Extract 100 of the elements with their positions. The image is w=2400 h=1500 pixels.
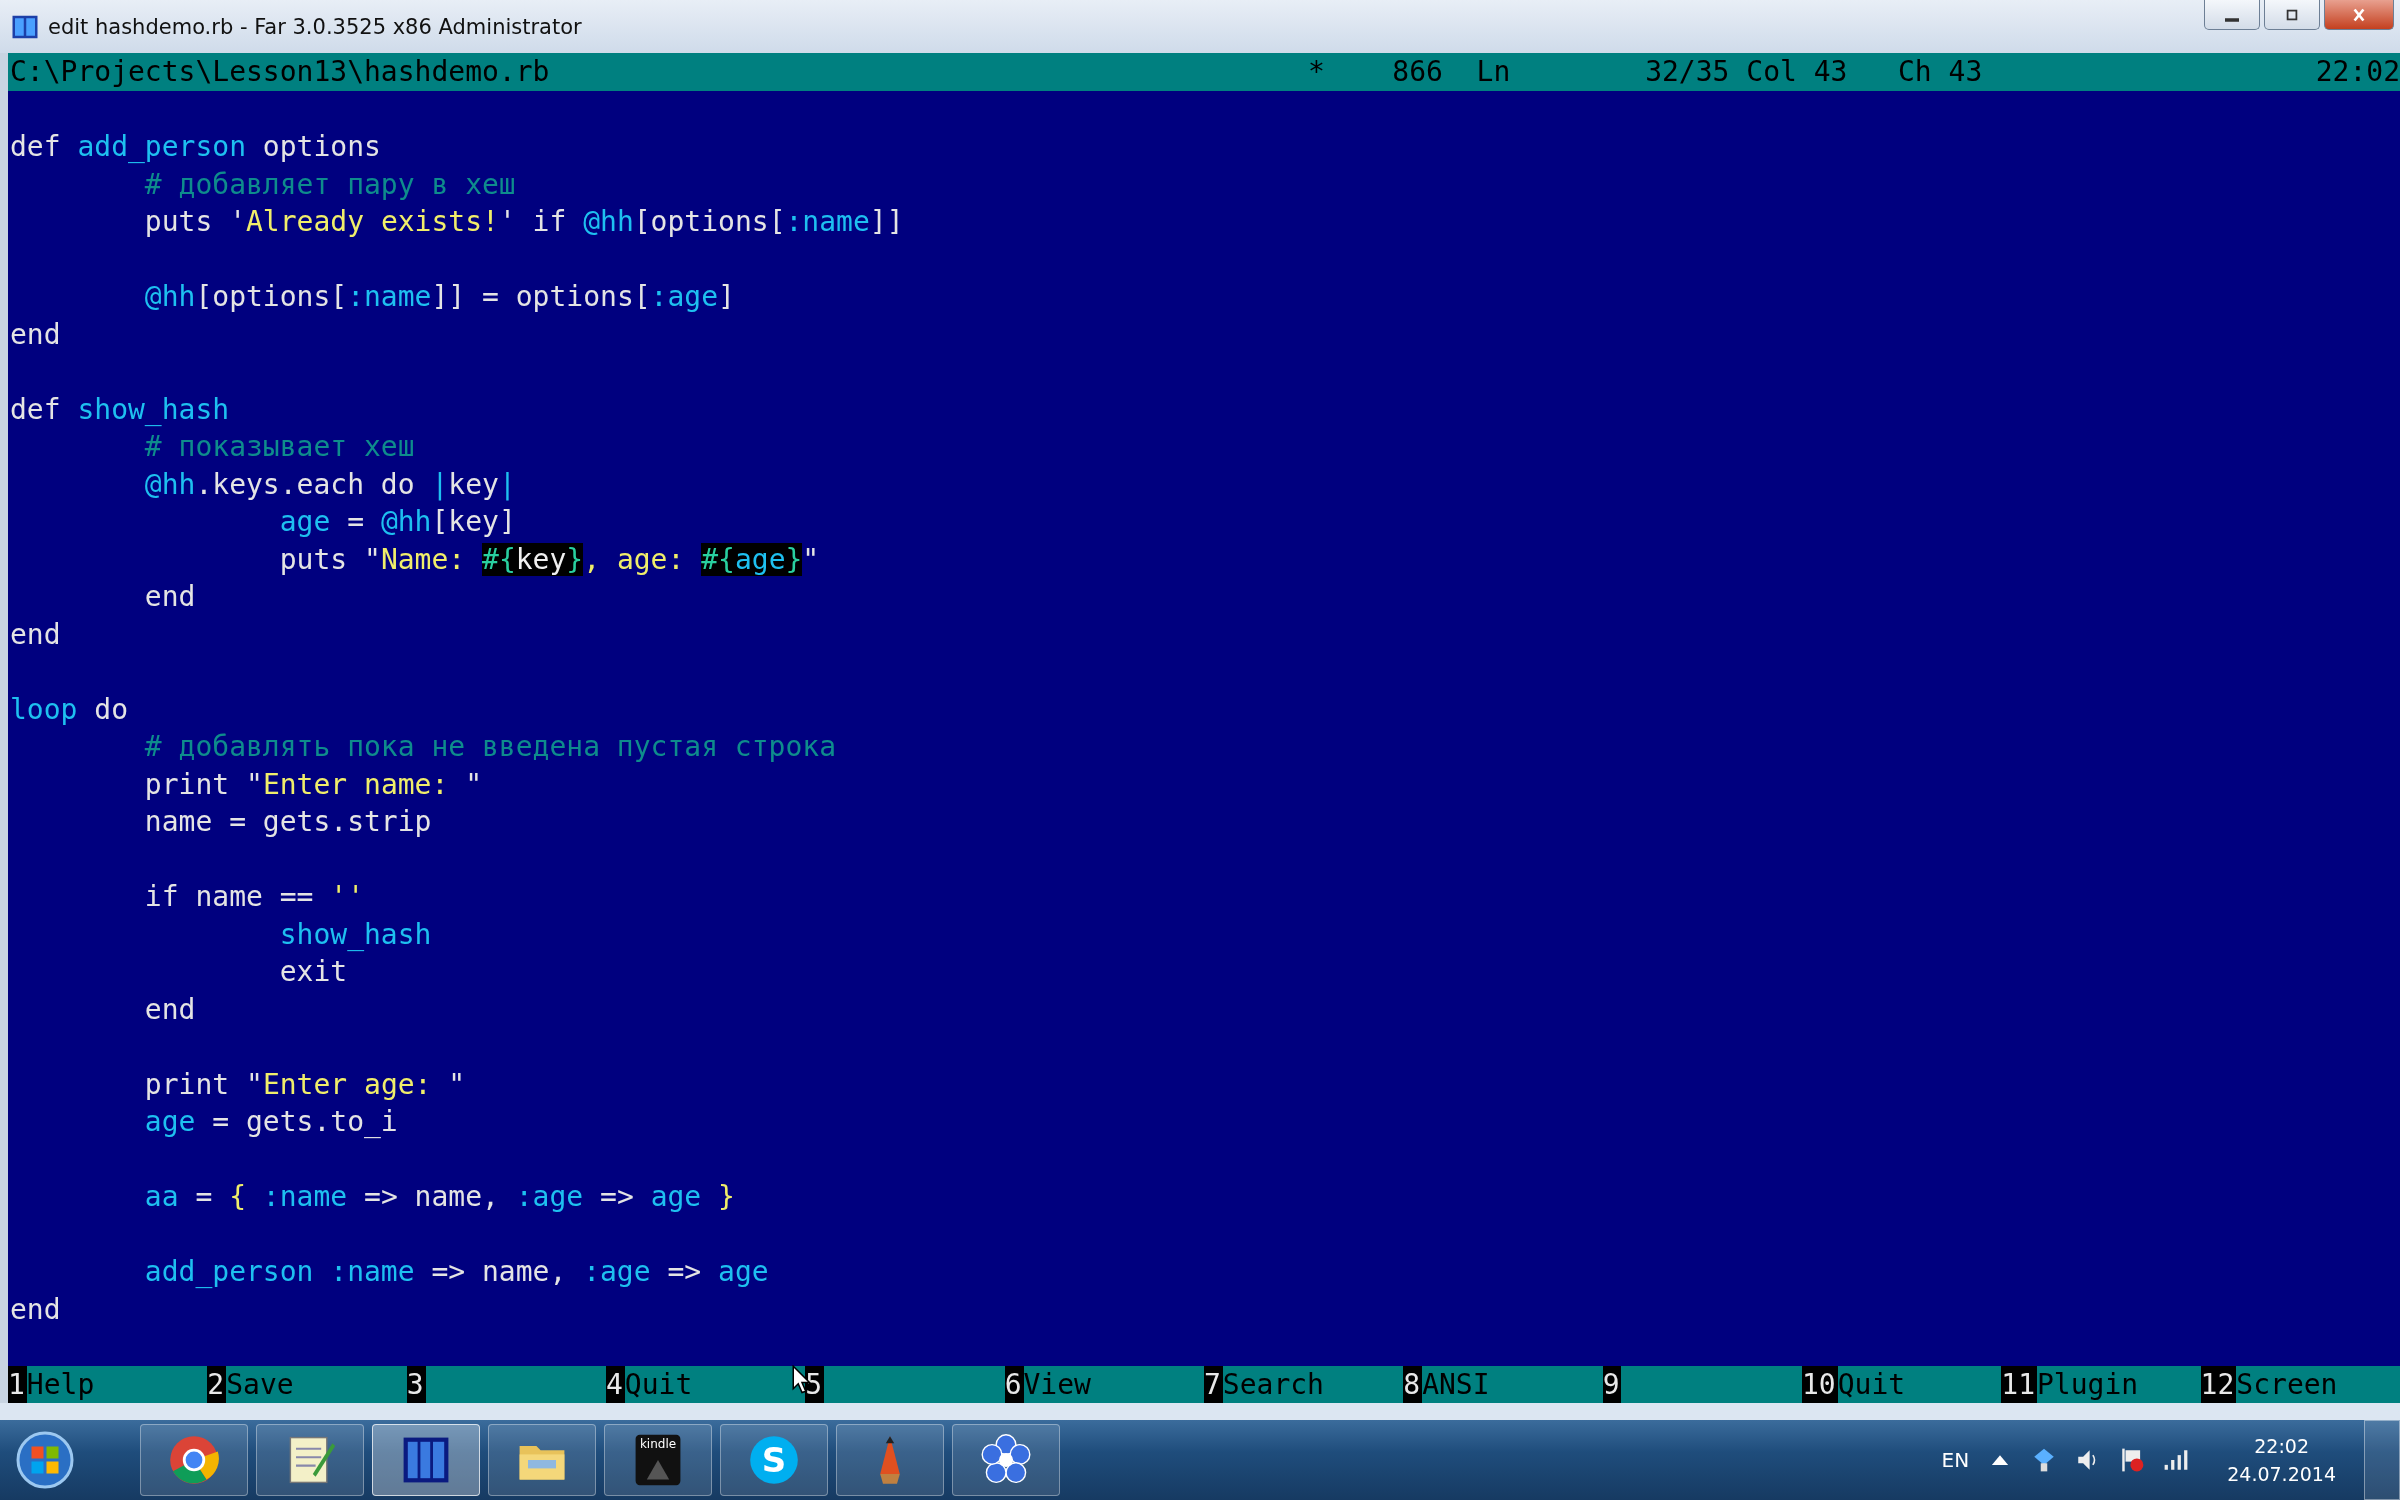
code-text: = [194, 1180, 214, 1213]
taskbar-button[interactable] [952, 1424, 1060, 1496]
function-key-button[interactable]: Quit [624, 1365, 806, 1403]
identifier-text: add_person :name [144, 1255, 415, 1288]
code-text: [key] [431, 505, 516, 538]
string-literal: , age: [583, 542, 686, 576]
function-key-button[interactable]: Save [226, 1365, 407, 1403]
function-key-button[interactable]: Plugin [2037, 1365, 2201, 1403]
taskbar-button[interactable] [256, 1424, 364, 1496]
identifier-text: @hh [144, 467, 196, 501]
function-key-button[interactable] [425, 1365, 606, 1403]
tray-date: 24.07.2014 [2227, 1462, 2336, 1487]
function-key-button[interactable]: Quit [1837, 1365, 2002, 1403]
tray-time: 22:02 [2254, 1434, 2309, 1459]
icon-label: S [761, 1440, 787, 1480]
close-button[interactable] [2324, 0, 2394, 30]
char-value: 43 [1948, 54, 1983, 90]
key-number: 3 [406, 1365, 426, 1403]
code-text: puts ' [144, 205, 246, 238]
code-text: exit [279, 955, 348, 988]
string-literal: Already exists! [246, 205, 499, 238]
key-number: 7 [1203, 1365, 1223, 1403]
char-label: Ch [1898, 54, 1932, 90]
code-text: " [465, 767, 483, 801]
function-key-button[interactable]: View [1023, 1365, 1204, 1403]
code-text: => [666, 1255, 703, 1288]
code-text: => name, [363, 1180, 500, 1213]
code-text: .keys.each do [195, 467, 416, 501]
windows-logo-icon [15, 1430, 75, 1490]
file-size: 866 [1392, 54, 1443, 90]
identifier-text: @hh [144, 280, 196, 313]
key-number: 8 [1403, 1365, 1423, 1403]
code-text: = [346, 505, 365, 538]
show-desktop-button[interactable] [2364, 1420, 2400, 1500]
code-text: key [448, 467, 499, 501]
maximize-button[interactable] [2264, 0, 2320, 30]
taskbar-button[interactable]: kindle [604, 1424, 712, 1496]
taskbar-button[interactable] [140, 1424, 248, 1496]
code-text: ] [718, 280, 735, 313]
identifier-text: add_person [77, 130, 246, 163]
string-literal: } [717, 1180, 735, 1213]
identifier-text: age [279, 505, 331, 538]
key-number: 2 [207, 1365, 227, 1403]
taskbar-button[interactable] [488, 1424, 596, 1496]
identifier-text: age [718, 1255, 769, 1288]
key-number: 11 [2001, 1365, 2037, 1403]
taskbar-button[interactable]: S [720, 1424, 828, 1496]
window-title: edit hashdemo.rb - Far 3.0.3525 x86 Administrator [48, 14, 582, 39]
key-number: 10 [1801, 1365, 1838, 1403]
status-clock: 22:02 [2315, 54, 2400, 90]
code-text: end [10, 317, 61, 351]
language-indicator[interactable]: EN [1941, 1448, 1970, 1472]
column-value: 43 [1813, 54, 1848, 90]
identifier-text: aa [144, 1180, 179, 1213]
identifier-text: :age [515, 1180, 584, 1213]
function-key-button[interactable]: ANSI [1422, 1365, 1603, 1403]
interpolation-text: #{ [482, 542, 516, 576]
code-text: name = gets.strip [144, 805, 432, 838]
identifier-text: :age [583, 1255, 651, 1288]
code-text: def [10, 392, 62, 426]
code-text: " [448, 1067, 466, 1101]
key-number: 12 [2200, 1365, 2237, 1403]
identifier-text: age [144, 1105, 196, 1138]
interpolation-text: } [566, 542, 584, 576]
string-literal: Enter name: [262, 767, 450, 801]
string-literal: '' [330, 880, 364, 913]
function-key-button[interactable]: Screen [2236, 1365, 2400, 1403]
function-key-button[interactable]: Search [1222, 1365, 1404, 1403]
function-key-button[interactable] [824, 1365, 1005, 1403]
code-comment: # добавляет пару в хеш [144, 167, 516, 201]
code-text: puts " [279, 542, 381, 576]
code-text: = gets.to_i [211, 1105, 398, 1138]
signal-bars-icon[interactable] [2163, 1447, 2190, 1473]
code-comment: # добавлять пока не введена пустая строка [144, 730, 836, 763]
modified-mark: * [1308, 54, 1325, 90]
key-number: 9 [1602, 1365, 1622, 1403]
code-text: print " [144, 1067, 263, 1101]
code-text: end [144, 580, 196, 613]
identifier-text: show_hash [279, 917, 432, 951]
code-text: end [10, 1292, 61, 1326]
code-text: ]] [869, 205, 904, 238]
string-literal: { [229, 1180, 246, 1213]
key-number: 4 [606, 1365, 625, 1403]
key-number: 6 [1004, 1365, 1024, 1403]
identifier-text: :name [261, 1180, 348, 1213]
key-number: 1 [8, 1365, 27, 1403]
key-number: 5 [805, 1365, 825, 1403]
flag-icon[interactable] [2119, 1447, 2146, 1473]
string-literal: Name: [380, 542, 467, 576]
file-path: C:\Projects\Lesson13\hashdemo.rb [10, 54, 550, 90]
taskbar-button[interactable] [372, 1424, 480, 1496]
interpolation-text: key [515, 542, 567, 576]
icon-label: kindle [639, 1437, 677, 1451]
code-text: options [261, 130, 381, 163]
code-text: end [10, 617, 61, 651]
minimize-button[interactable] [2204, 0, 2260, 30]
code-text: => name, [430, 1255, 568, 1288]
function-key-button[interactable] [1621, 1365, 1802, 1403]
function-key-button[interactable]: Help [26, 1365, 208, 1403]
code-text: do [93, 692, 128, 726]
